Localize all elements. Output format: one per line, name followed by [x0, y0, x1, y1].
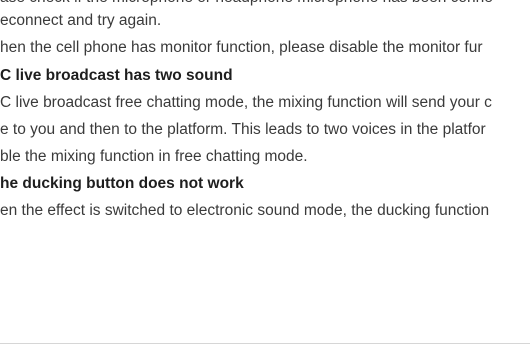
- text-line-1: ase check if the microphone or headphone…: [0, 0, 493, 8]
- text-line-5: C live broadcast free chatting mode, the…: [0, 94, 492, 111]
- text-line-7: ble the mixing function in free chatting…: [0, 148, 308, 165]
- bottom-divider: [0, 343, 530, 344]
- text-line-2: econnect and try again.: [0, 12, 162, 29]
- document-page: ase check if the microphone or headphone…: [0, 0, 530, 347]
- section-heading-two-sound: C live broadcast has two sound: [0, 67, 233, 84]
- text-line-9: en the effect is switched to electronic …: [0, 202, 490, 219]
- text-line-6: e to you and then to the platform. This …: [0, 121, 486, 138]
- section-heading-ducking: he ducking button does not work: [0, 175, 244, 192]
- text-line-3: hen the cell phone has monitor function,…: [0, 39, 483, 56]
